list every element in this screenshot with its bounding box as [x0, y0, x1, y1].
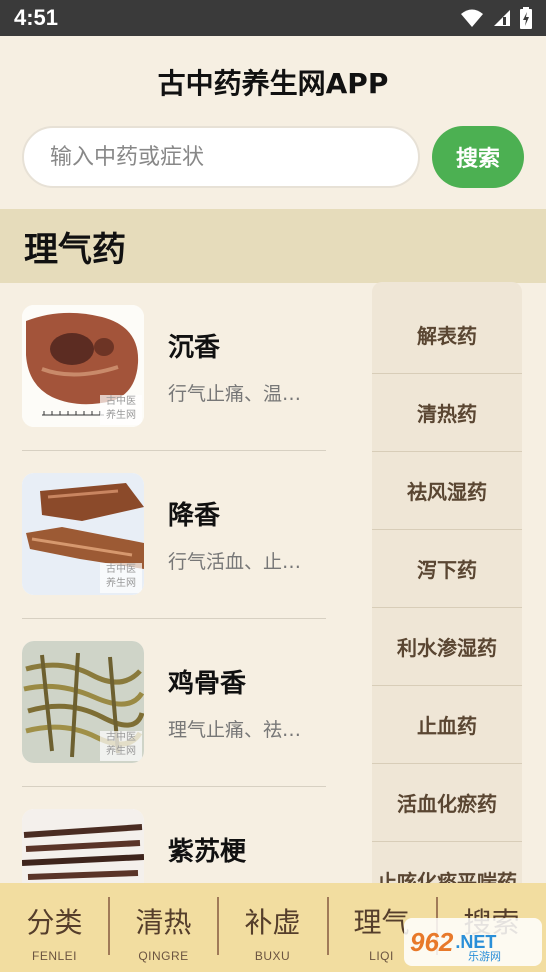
- herb-item-zisugeng[interactable]: 紫苏梗: [22, 787, 326, 883]
- category-side-nav[interactable]: 解表药 清热药 祛风湿药 泻下药 利水渗湿药 止血药 活血化瘀药 止咳化痰平喘药: [372, 282, 522, 883]
- nav-item-zhixue[interactable]: 止血药: [372, 686, 522, 764]
- herb-item-chenxiang[interactable]: 古中医 养生网 沉香 行气止痛、温…: [22, 283, 326, 451]
- herb-list[interactable]: 古中医 养生网 沉香 行气止痛、温… 古中医 养生网 降香 行气活血、止… 古中…: [0, 283, 350, 883]
- category-header: 理气药: [0, 209, 546, 283]
- wifi-icon: [461, 9, 483, 27]
- herb-desc: 理气止痛、祛…: [168, 719, 302, 741]
- herb-image: 古中医 养生网: [22, 473, 144, 595]
- herb-name: 紫苏梗: [168, 837, 247, 867]
- herb-desc: 行气止痛、温…: [168, 383, 302, 405]
- image-watermark: 古中医 养生网: [100, 563, 142, 593]
- status-time: 4:51: [14, 5, 59, 30]
- category-title: 理气药: [24, 229, 126, 270]
- herb-image: 古中医 养生网: [22, 305, 144, 427]
- site-watermark-logo: 962 .NET 乐游网: [404, 918, 542, 966]
- status-icons: [460, 7, 532, 29]
- herb-image: 古中医 养生网: [22, 641, 144, 763]
- status-bar: 4:51: [0, 0, 546, 36]
- search-input[interactable]: [50, 144, 418, 170]
- tab-qingre[interactable]: 清热 QINGRE: [109, 883, 218, 972]
- watermark-number: 962: [410, 926, 454, 957]
- watermark-sub: 乐游网: [468, 950, 501, 963]
- tab-fenlei[interactable]: 分类 FENLEI: [0, 883, 109, 972]
- nav-item-qufengshi[interactable]: 祛风湿药: [372, 452, 522, 530]
- search-button[interactable]: 搜索: [432, 126, 524, 188]
- tab-label: 清热: [135, 906, 192, 939]
- herb-name: 降香: [168, 501, 221, 531]
- nav-item-qingre[interactable]: 清热药: [372, 374, 522, 452]
- signal-icon: [494, 10, 510, 26]
- nav-item-zhike[interactable]: 止咳化痰平喘药: [372, 842, 522, 883]
- nav-item-xiexia[interactable]: 泻下药: [372, 530, 522, 608]
- nav-item-lishui[interactable]: 利水渗湿药: [372, 608, 522, 686]
- tab-buxu[interactable]: 补虚 BUXU: [218, 883, 327, 972]
- tab-pinyin: QINGRE: [138, 949, 189, 963]
- search-box[interactable]: [22, 126, 420, 188]
- tab-label: 补虚: [244, 906, 301, 939]
- herb-desc: 行气活血、止…: [168, 551, 302, 573]
- herb-item-jiangxiang[interactable]: 古中医 养生网 降香 行气活血、止…: [22, 451, 326, 619]
- herb-image: [22, 809, 144, 883]
- tab-label: 分类: [26, 906, 83, 939]
- image-watermark: 古中医 养生网: [100, 731, 142, 761]
- tab-pinyin: BUXU: [254, 949, 291, 963]
- nav-item-huoxue[interactable]: 活血化瘀药: [372, 764, 522, 842]
- tab-pinyin: FENLEI: [31, 949, 77, 963]
- herb-item-jigu-xiang[interactable]: 古中医 养生网 鸡骨香 理气止痛、祛…: [22, 619, 326, 787]
- nav-item-jiebiao[interactable]: 解表药: [372, 296, 522, 374]
- battery-icon: [520, 7, 532, 29]
- image-watermark: 古中医 养生网: [100, 395, 142, 425]
- herb-name: 鸡骨香: [168, 669, 247, 699]
- app-title: 古中药养生网APP: [157, 67, 389, 100]
- herb-name: 沉香: [168, 333, 221, 363]
